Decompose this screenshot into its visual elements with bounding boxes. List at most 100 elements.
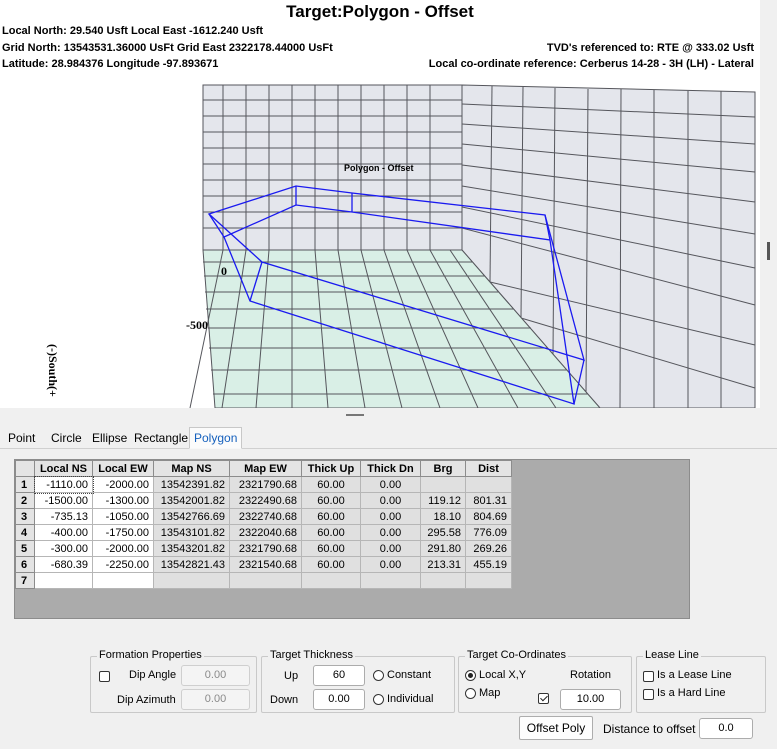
cell-brg[interactable]: 291.80 bbox=[420, 540, 466, 557]
cell-map-ew[interactable]: 2322040.68 bbox=[229, 524, 302, 541]
cell-thick-dn[interactable]: 0.00 bbox=[360, 524, 421, 541]
col-header-map-ns[interactable]: Map NS bbox=[153, 460, 230, 477]
cell-map-ew[interactable]: 2321790.68 bbox=[229, 540, 302, 557]
cell-thick-up[interactable] bbox=[301, 572, 361, 589]
rotation-checkbox[interactable] bbox=[538, 693, 549, 704]
cell-brg[interactable]: 213.31 bbox=[420, 556, 466, 573]
cell-dist[interactable]: 455.19 bbox=[465, 556, 512, 573]
cell-thick-up[interactable]: 60.00 bbox=[301, 540, 361, 557]
row-header[interactable]: 6 bbox=[15, 556, 35, 573]
cell-thick-dn[interactable]: 0.00 bbox=[360, 508, 421, 525]
cell-brg[interactable]: 18.10 bbox=[420, 508, 466, 525]
col-header-thick-up[interactable]: Thick Up bbox=[301, 460, 361, 477]
row-header[interactable]: 2 bbox=[15, 492, 35, 509]
cell-local-ns[interactable]: -1110.00 bbox=[33, 475, 94, 494]
thickness-up-field[interactable]: 60 bbox=[313, 665, 365, 686]
row-header[interactable]: 7 bbox=[15, 572, 35, 589]
local-xy-radio[interactable] bbox=[465, 670, 476, 681]
scrollbar-thumb[interactable] bbox=[767, 242, 770, 260]
constant-radio[interactable] bbox=[373, 670, 384, 681]
panel-splitter[interactable] bbox=[0, 408, 777, 424]
col-header-map-ew[interactable]: Map EW bbox=[229, 460, 302, 477]
cell-thick-up[interactable]: 60.00 bbox=[301, 492, 361, 509]
cell-map-ew[interactable]: 2322490.68 bbox=[229, 492, 302, 509]
cell-map-ns[interactable]: 13542821.43 bbox=[153, 556, 230, 573]
cell-thick-up[interactable]: 60.00 bbox=[301, 476, 361, 493]
cell-map-ew[interactable]: 2321790.68 bbox=[229, 476, 302, 493]
cell-local-ns[interactable]: -1500.00 bbox=[34, 492, 93, 509]
cell-dist[interactable] bbox=[465, 476, 512, 493]
cell-map-ew[interactable]: 2321540.68 bbox=[229, 556, 302, 573]
row-header[interactable]: 4 bbox=[15, 524, 35, 541]
cell-local-ew[interactable]: -2000.00 bbox=[92, 476, 154, 493]
cell-brg[interactable] bbox=[420, 476, 466, 493]
cell-local-ew[interactable]: -1050.00 bbox=[92, 508, 154, 525]
cell-map-ns[interactable] bbox=[153, 572, 230, 589]
formation-enable-checkbox[interactable] bbox=[99, 671, 110, 682]
tab-polygon[interactable]: Polygon bbox=[189, 427, 243, 449]
map-radio[interactable] bbox=[465, 688, 476, 699]
cell-brg[interactable]: 119.12 bbox=[420, 492, 466, 509]
cell-thick-dn[interactable]: 0.00 bbox=[360, 476, 421, 493]
table-row[interactable]: 6 -680.39 -2250.00 13542821.43 2321540.68 60.… bbox=[15, 556, 512, 573]
rotation-field[interactable]: 10.00 bbox=[560, 689, 621, 710]
individual-radio[interactable] bbox=[373, 694, 384, 705]
cell-local-ns[interactable]: -400.00 bbox=[34, 524, 93, 541]
thickness-down-field[interactable]: 0.00 bbox=[313, 689, 365, 710]
cell-map-ns[interactable]: 13542766.69 bbox=[153, 508, 230, 525]
cell-thick-up[interactable]: 60.00 bbox=[301, 508, 361, 525]
cell-dist[interactable]: 801.31 bbox=[465, 492, 512, 509]
col-header-dist[interactable]: Dist bbox=[465, 460, 512, 477]
cell-map-ns[interactable]: 13542001.82 bbox=[153, 492, 230, 509]
row-header[interactable]: 5 bbox=[15, 540, 35, 557]
table-row[interactable]: 3 -735.13 -1050.00 13542766.69 2322740.68 60.… bbox=[15, 508, 512, 525]
dip-azimuth-field[interactable]: 0.00 bbox=[181, 689, 250, 710]
table-row[interactable]: 5 -300.00 -2000.00 13543201.82 2321790.68 60.… bbox=[15, 540, 512, 557]
table-row[interactable]: 2 -1500.00 -1300.00 13542001.82 2322490.68 60… bbox=[15, 492, 512, 509]
cell-local-ns[interactable]: -735.13 bbox=[34, 508, 93, 525]
cell-map-ns[interactable]: 13542391.82 bbox=[153, 476, 230, 493]
cell-thick-dn[interactable]: 0.00 bbox=[360, 492, 421, 509]
col-header-local-ew[interactable]: Local EW bbox=[92, 460, 154, 477]
cell-local-ew[interactable]: -1750.00 bbox=[92, 524, 154, 541]
3d-view[interactable]: Target:Polygon - Offset Local North: 29.… bbox=[0, 0, 760, 408]
cell-dist[interactable]: 269.26 bbox=[465, 540, 512, 557]
cell-map-ns[interactable]: 13543101.82 bbox=[153, 524, 230, 541]
cell-local-ew[interactable] bbox=[92, 572, 154, 589]
cell-dist[interactable]: 804.69 bbox=[465, 508, 512, 525]
is-lease-line-checkbox[interactable] bbox=[643, 671, 654, 682]
cell-thick-dn[interactable]: 0.00 bbox=[360, 540, 421, 557]
col-header-local-ns[interactable]: Local NS bbox=[34, 460, 93, 477]
splitter-grip-icon[interactable] bbox=[346, 414, 364, 416]
cell-thick-dn[interactable] bbox=[360, 572, 421, 589]
table-row[interactable]: 7 bbox=[15, 572, 512, 589]
distance-to-offset-field[interactable]: 0.0 bbox=[699, 718, 753, 739]
dip-angle-field[interactable]: 0.00 bbox=[181, 665, 250, 686]
table-row[interactable]: 4 -400.00 -1750.00 13543101.82 2322040.68 60.… bbox=[15, 524, 512, 541]
cell-local-ew[interactable]: -2250.00 bbox=[92, 556, 154, 573]
is-hard-line-checkbox[interactable] bbox=[643, 689, 654, 700]
table-row[interactable]: 1 -1110.00 -2000.00 13542391.82 2321790.68 60… bbox=[15, 475, 512, 494]
view-scrollbar[interactable] bbox=[760, 0, 777, 408]
tab-circle[interactable]: Circle bbox=[47, 429, 86, 449]
tab-point[interactable]: Point bbox=[4, 429, 39, 449]
cell-dist[interactable]: 776.09 bbox=[465, 524, 512, 541]
cell-local-ew[interactable]: -2000.00 bbox=[92, 540, 154, 557]
cell-brg[interactable] bbox=[420, 572, 466, 589]
cell-local-ns[interactable] bbox=[34, 572, 93, 589]
col-header-brg[interactable]: Brg bbox=[420, 460, 466, 477]
tab-rectangle[interactable]: Rectangle bbox=[130, 429, 192, 449]
cell-thick-up[interactable]: 60.00 bbox=[301, 524, 361, 541]
cell-thick-dn[interactable]: 0.00 bbox=[360, 556, 421, 573]
offset-poly-button[interactable]: Offset Poly bbox=[519, 716, 593, 740]
tab-ellipse[interactable]: Ellipse bbox=[88, 429, 131, 449]
col-header-thick-dn[interactable]: Thick Dn bbox=[360, 460, 421, 477]
cell-thick-up[interactable]: 60.00 bbox=[301, 556, 361, 573]
cell-local-ns[interactable]: -300.00 bbox=[34, 540, 93, 557]
cell-dist[interactable] bbox=[465, 572, 512, 589]
cell-local-ew[interactable]: -1300.00 bbox=[92, 492, 154, 509]
cell-local-ns[interactable]: -680.39 bbox=[34, 556, 93, 573]
row-header[interactable]: 1 bbox=[15, 476, 35, 493]
cell-map-ew[interactable] bbox=[229, 572, 302, 589]
cell-brg[interactable]: 295.58 bbox=[420, 524, 466, 541]
